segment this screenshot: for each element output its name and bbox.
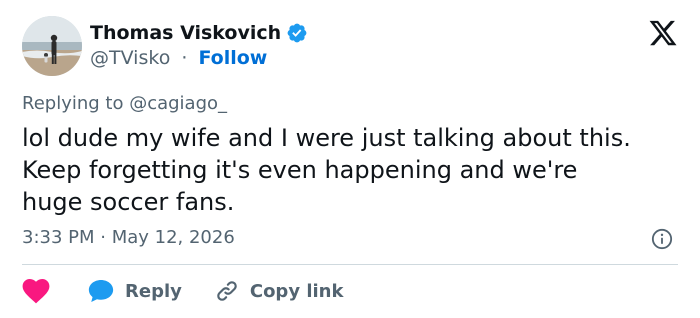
x-logo-icon[interactable] <box>648 18 678 48</box>
tweet-timestamp[interactable]: 3:33 PM · May 12, 2026 <box>22 227 235 248</box>
like-button[interactable] <box>22 278 50 304</box>
replying-to-label: Replying to @cagiago_ <box>22 93 228 114</box>
tweet-text-line: Keep forgetting it's even happening and … <box>22 156 578 184</box>
tweet-actions: Reply Copy link <box>22 276 343 306</box>
reply-label: Reply <box>125 280 182 302</box>
tweet-text-line: lol dude my wife and I were just talking… <box>22 124 631 152</box>
author-handle-row: @TVisko · Follow <box>90 47 267 69</box>
avatar[interactable] <box>22 16 82 76</box>
reply-button[interactable]: Reply <box>88 279 182 303</box>
follow-button[interactable]: Follow <box>198 47 267 69</box>
avatar-beach-photo <box>22 16 82 76</box>
chain-link-icon <box>217 281 237 301</box>
speech-bubble-icon <box>88 279 114 303</box>
author-name-row: Thomas Viskovich <box>90 20 308 46</box>
author-display-name[interactable]: Thomas Viskovich <box>90 22 281 44</box>
heart-icon <box>22 278 50 304</box>
info-icon[interactable] <box>651 228 673 250</box>
tweet-card: Thomas Viskovich @TVisko · Follow Replyi… <box>0 0 700 318</box>
author-handle[interactable]: @TVisko <box>90 47 170 69</box>
verified-badge-icon <box>287 23 307 43</box>
copy-link-label: Copy link <box>249 280 344 302</box>
handle-separator: · <box>181 47 188 69</box>
copy-link-button[interactable]: Copy link <box>214 278 344 304</box>
actions-divider <box>22 264 678 265</box>
tweet-text-line: huge soccer fans. <box>22 188 235 216</box>
tweet-text: lol dude my wife and I were just talking… <box>22 122 682 218</box>
